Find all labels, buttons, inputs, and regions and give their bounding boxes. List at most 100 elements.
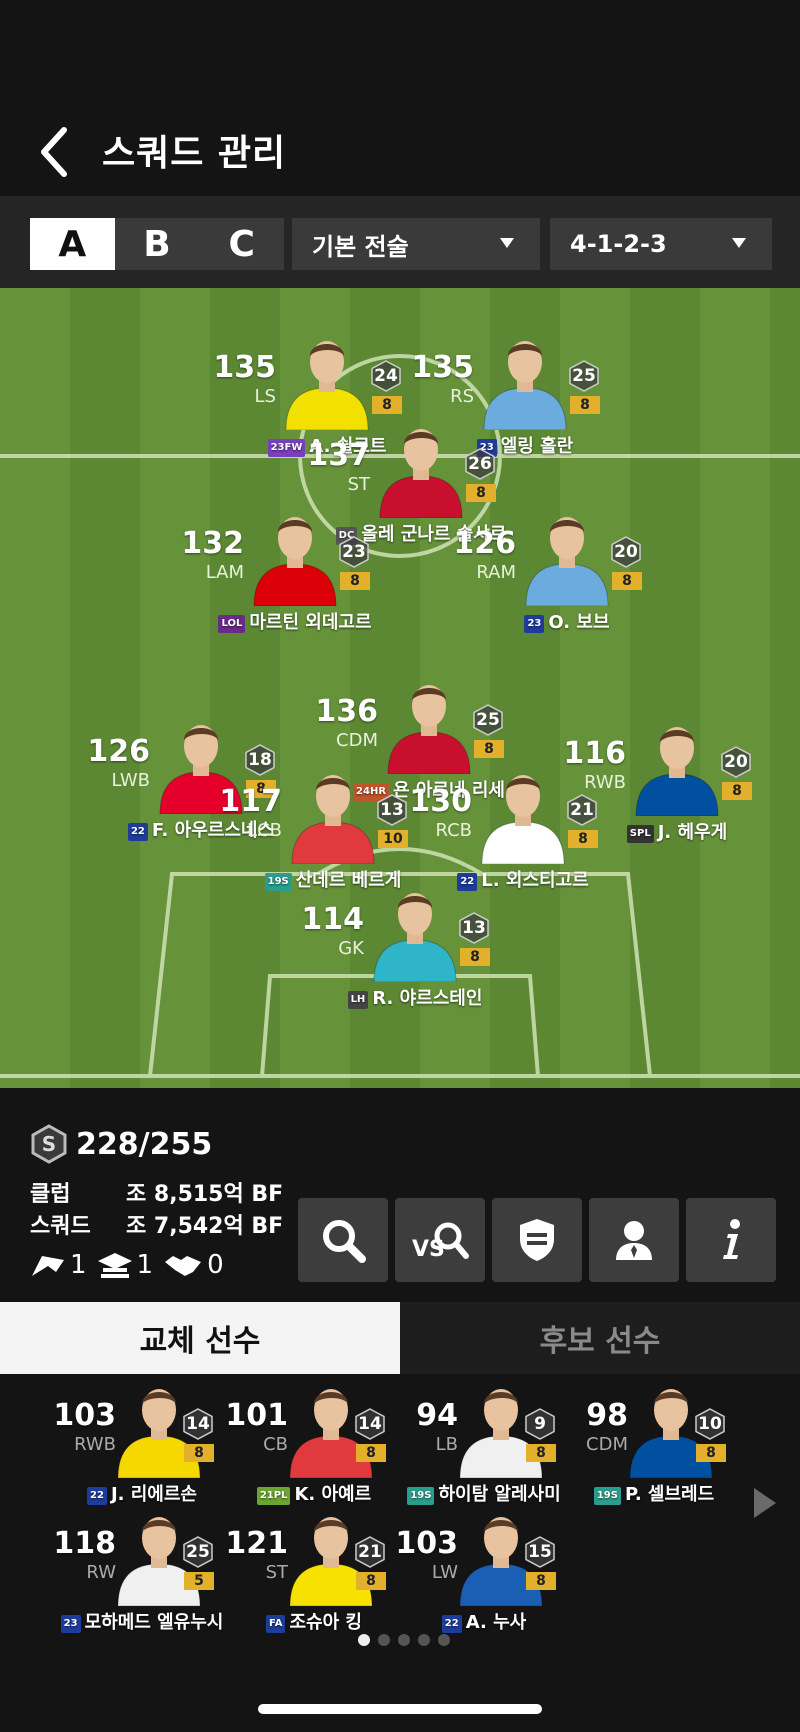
squad-stats: S 228/255 클럽 조 8,515억 BF 스쿼드 조 7,542억 BF… <box>30 1122 290 1292</box>
season-badge: 22 <box>441 1615 462 1633</box>
player-grade: 8 <box>722 782 752 800</box>
club-value-row: 클럽 조 8,515억 BF <box>30 1176 283 1207</box>
player-cost: 10 <box>698 1414 722 1434</box>
tab-reserves[interactable]: 후보 선수 <box>400 1302 800 1374</box>
player-grade: 8 <box>340 572 370 590</box>
action-buttons: VS <box>298 1198 778 1282</box>
player-name: R. 야르스테인 <box>372 988 483 1009</box>
salary-cap-icon: S <box>31 1124 67 1164</box>
compare-button[interactable]: VS <box>395 1198 485 1282</box>
player-ovr: 98 <box>586 1398 628 1433</box>
player-cost: 25 <box>572 366 596 386</box>
player-name-row: 19S P. 셀브레드 <box>564 1480 744 1506</box>
handshake-icon <box>165 1256 202 1276</box>
season-badge: 21PL <box>256 1487 291 1505</box>
player-name-row: 23 O. 보브 <box>452 608 682 634</box>
player-photo <box>291 775 375 864</box>
player-ovr: 135 <box>213 350 276 385</box>
player-position: RW <box>86 1562 116 1583</box>
player-name-row: 21PL K. 아예르 <box>224 1480 404 1506</box>
club-value-label: 클럽 <box>30 1182 71 1207</box>
player-ovr: 121 <box>225 1526 288 1561</box>
player-card[interactable]: 114 GK 13 8 LH R. 야르스테인 <box>300 882 530 1042</box>
player-card[interactable]: 132 LAM 23 8 LOL 마르틴 외데고르 <box>180 506 410 666</box>
flag-icon <box>32 1256 64 1276</box>
bench: 103 RWB 14 8 22 J. 리에르손 101 CB 14 8 21PL K. 아예르 94 LB… <box>0 1374 800 1674</box>
chemistry-item-3: 0 <box>163 1250 224 1280</box>
player-name-row: LOL 마르틴 외데고르 <box>180 608 410 634</box>
player-grade: 8 <box>460 948 490 966</box>
pitch: 135 LS 24 8 23FW A. 쇨로트 135 RS 25 8 23 엘링 홀란 137 ST 26… <box>0 288 800 1088</box>
tab-squad-a[interactable]: A <box>30 218 115 270</box>
player-cost: 25 <box>186 1542 210 1562</box>
manager-icon <box>616 1221 652 1260</box>
tab-squad-b[interactable]: B <box>115 218 200 270</box>
search-button[interactable] <box>298 1198 388 1282</box>
squad-value-row: 스쿼드 조 7,542억 BF <box>30 1208 283 1239</box>
player-position: RS <box>450 386 474 407</box>
season-badge: 22 <box>127 823 148 841</box>
player-photo <box>253 517 337 606</box>
player-position: LCB <box>247 820 282 841</box>
player-grade: 8 <box>570 396 600 414</box>
info-icon <box>723 1219 740 1259</box>
player-cost-badge: 20 <box>610 536 642 568</box>
player-ovr: 101 <box>225 1398 288 1433</box>
formation-select[interactable]: 4-1-2-3 <box>550 218 772 270</box>
player-grade: 8 <box>356 1572 386 1590</box>
player-name-row: FA 조슈아 킹 <box>224 1608 404 1634</box>
player-name: 마르틴 외데고르 <box>249 612 372 633</box>
player-photo <box>373 893 457 982</box>
svg-text:S: S <box>42 1132 56 1156</box>
player-cost: 20 <box>614 542 638 562</box>
player-ovr: 126 <box>453 526 516 561</box>
tactic-select[interactable]: 기본 전술 <box>292 218 540 270</box>
tab-substitutes[interactable]: 교체 선수 <box>0 1302 400 1374</box>
team-color-button[interactable] <box>492 1198 582 1282</box>
page-dot[interactable] <box>438 1634 450 1646</box>
player-cost-badge: 9 <box>524 1408 556 1440</box>
manager-button[interactable] <box>589 1198 679 1282</box>
season-badge: 22 <box>87 1487 107 1505</box>
player-grade: 5 <box>184 1572 214 1590</box>
player-ovr: 103 <box>53 1398 116 1433</box>
player-cost-badge: 21 <box>566 794 598 826</box>
player-card[interactable]: 98 CDM 10 8 19S P. 셀브레드 <box>564 1378 744 1538</box>
player-photo <box>387 685 471 774</box>
player-cost: 21 <box>358 1542 382 1562</box>
player-name-row: 22 J. 리에르손 <box>52 1480 232 1506</box>
chemistry-item-2: 1 <box>97 1250 154 1280</box>
page-dot[interactable] <box>418 1634 430 1646</box>
player-cost-badge: 14 <box>182 1408 214 1440</box>
player-list-tabs: 교체 선수 후보 선수 <box>0 1302 800 1374</box>
player-card[interactable]: 118 RW 25 5 23 모하메드 엘유누시 <box>52 1506 232 1666</box>
player-card[interactable]: 126 RAM 20 8 23 O. 보브 <box>452 506 682 666</box>
player-name-row: 23 모하메드 엘유누시 <box>52 1608 232 1634</box>
caret-down-icon <box>500 238 514 248</box>
player-name: 조슈아 킹 <box>289 1612 362 1633</box>
player-cost: 9 <box>534 1414 546 1434</box>
search-icon <box>323 1220 366 1263</box>
tab-squad-c[interactable]: C <box>199 218 284 270</box>
player-position: RWB <box>74 1434 116 1455</box>
player-cost-badge: 10 <box>694 1408 726 1440</box>
player-cost-badge: 25 <box>472 704 504 736</box>
chemistry-count-3: 0 <box>207 1250 224 1280</box>
next-page-button[interactable] <box>752 1486 778 1520</box>
player-name: K. 아예르 <box>294 1484 372 1505</box>
player-name-row: 19S 하이탐 알레사미 <box>394 1480 574 1506</box>
chemistry-count-2: 1 <box>136 1250 154 1280</box>
squad-ovr-total: S 228/255 <box>30 1122 212 1166</box>
player-photo <box>483 341 567 430</box>
page-dot[interactable] <box>378 1634 390 1646</box>
page-dot[interactable] <box>398 1634 410 1646</box>
info-button[interactable] <box>686 1198 776 1282</box>
page-indicator <box>358 1634 450 1646</box>
caret-down-icon <box>732 238 746 248</box>
player-position: RCB <box>435 820 472 841</box>
back-button[interactable] <box>34 122 74 182</box>
home-indicator[interactable] <box>258 1704 542 1714</box>
player-position: RAM <box>476 562 516 583</box>
page-dot[interactable] <box>358 1634 370 1646</box>
player-name: P. 셀브레드 <box>624 1484 715 1505</box>
